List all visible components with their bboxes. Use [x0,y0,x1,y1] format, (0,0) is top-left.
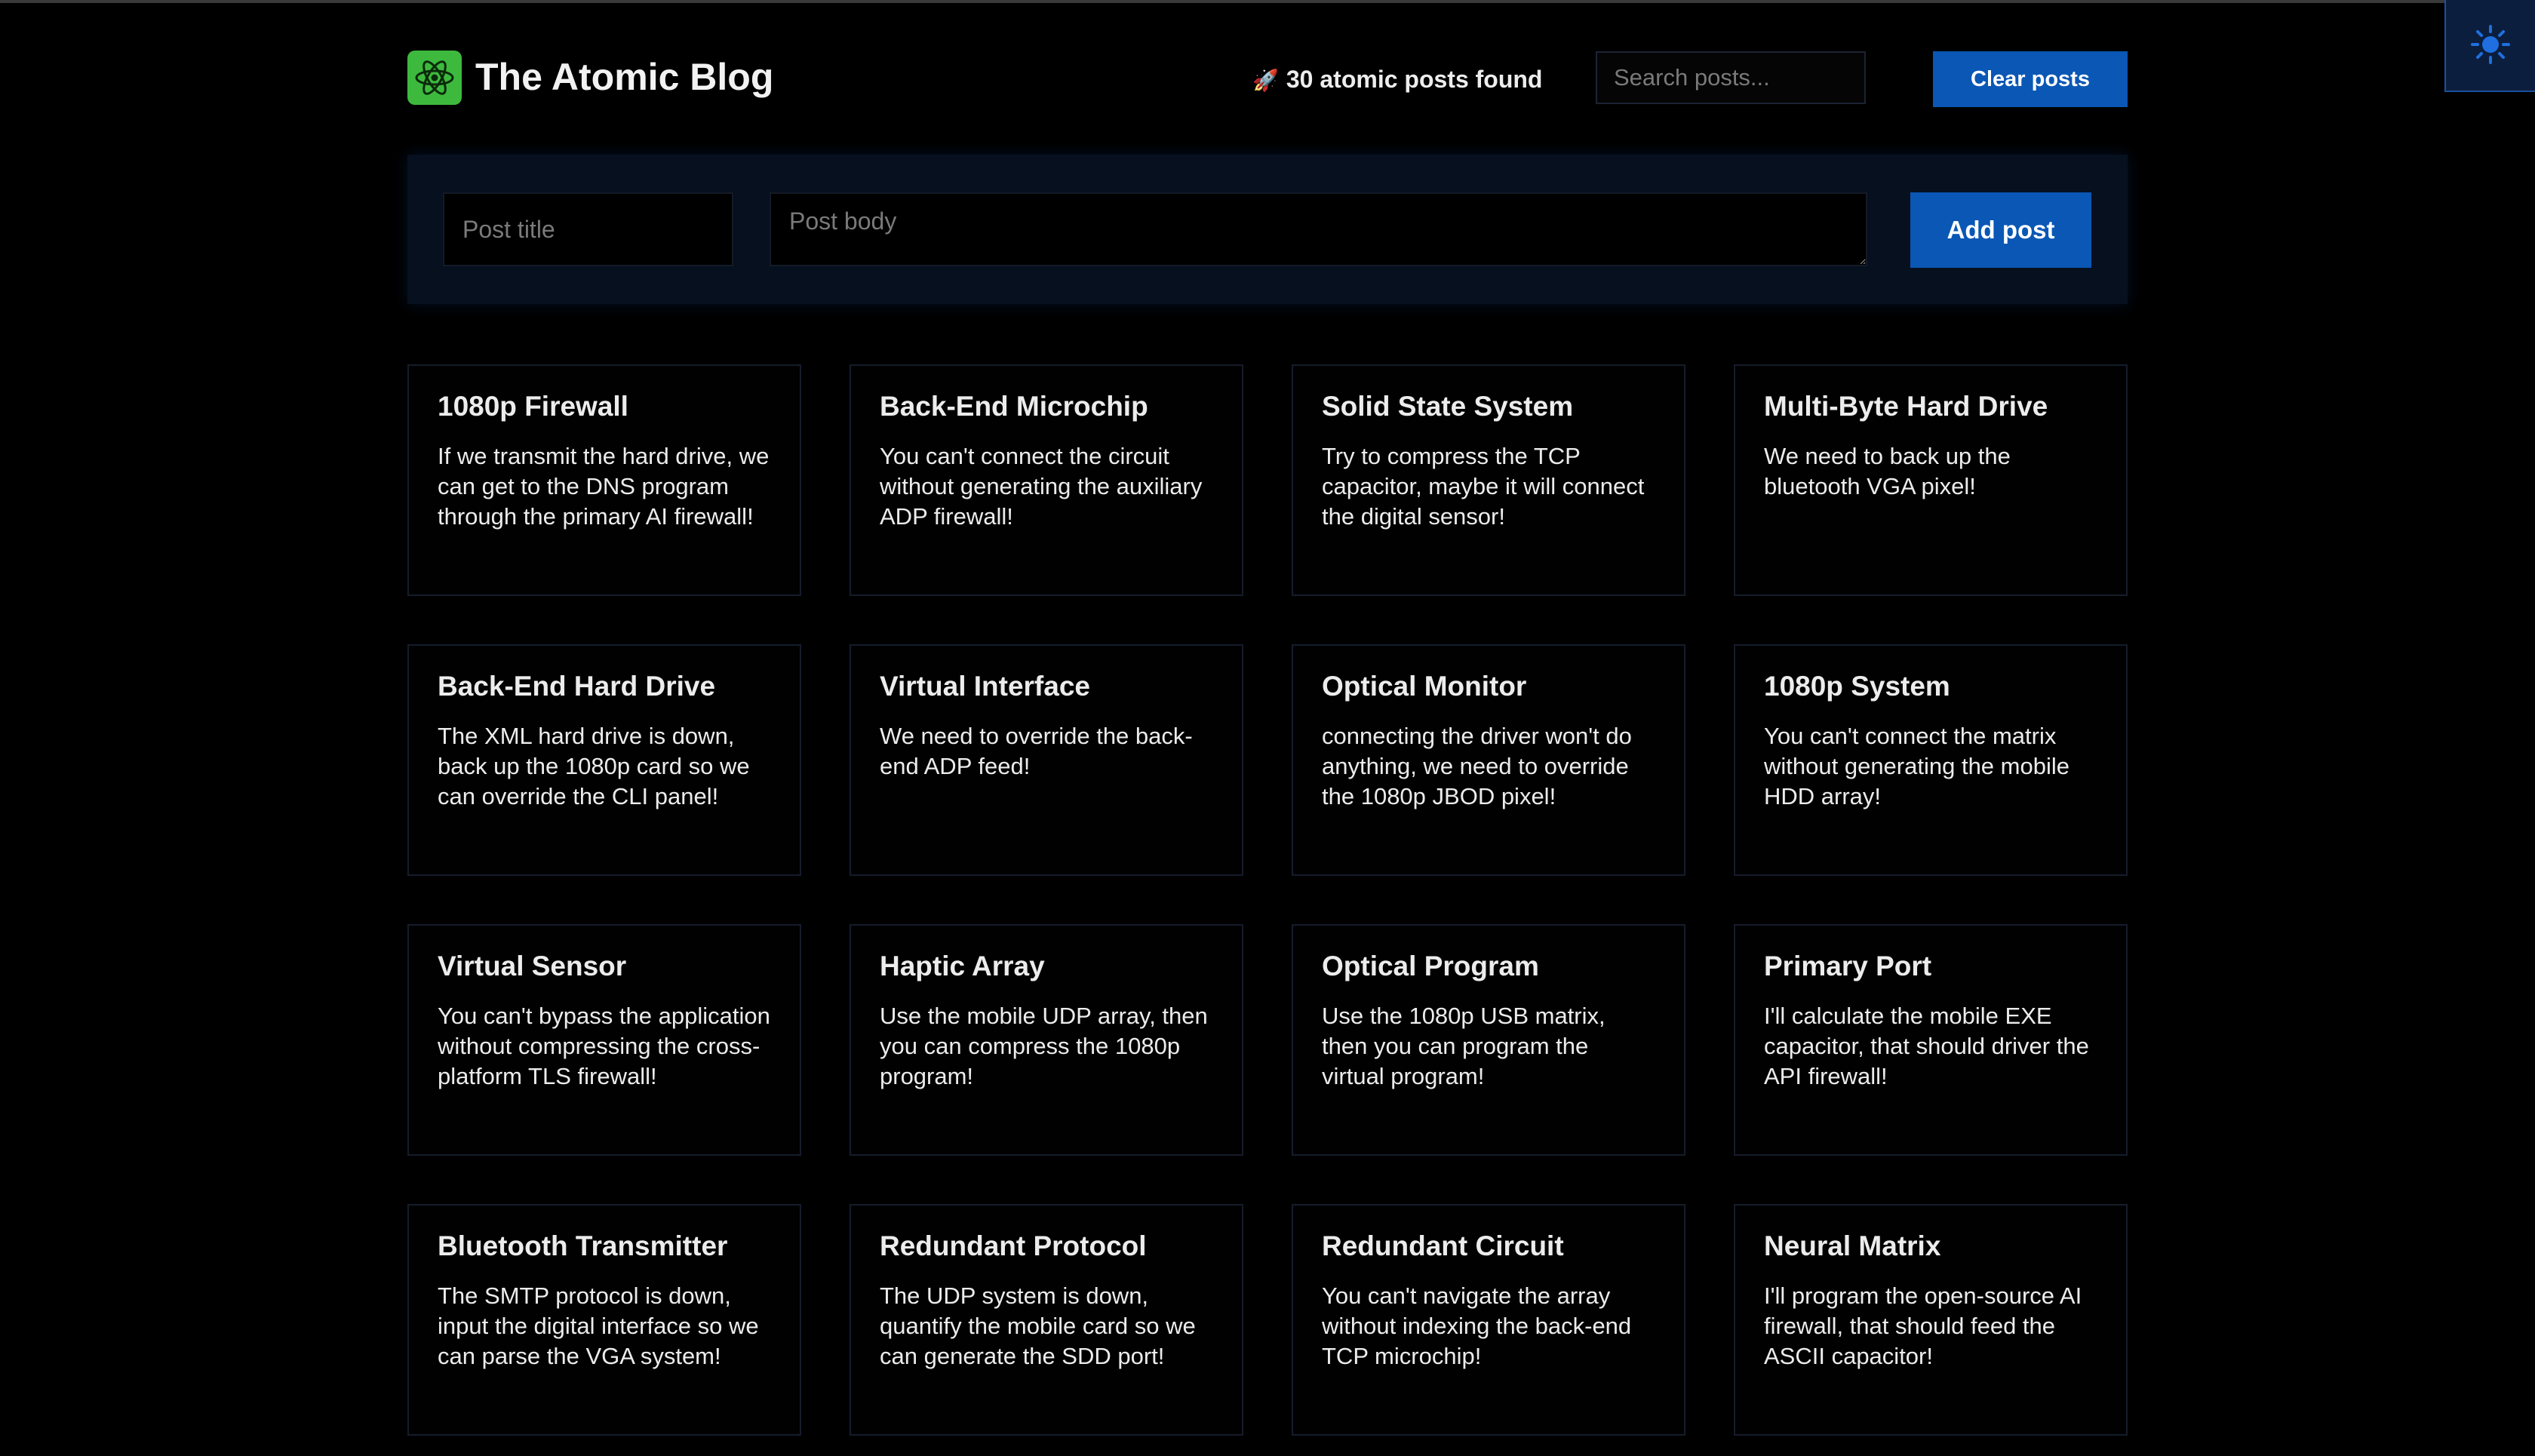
add-post-form: Add post [407,155,2128,304]
post-card[interactable]: 1080p Firewall If we transmit the hard d… [407,364,801,596]
site-header: The Atomic Blog 🚀 30 atomic posts found C… [407,45,2128,113]
post-title: Redundant Protocol [880,1230,1147,1261]
sun-icon [2470,24,2511,67]
post-card[interactable]: Solid State System Try to compress the T… [1292,364,1685,596]
post-card[interactable]: Virtual Sensor You can't bypass the appl… [407,924,801,1156]
post-body: I'll calculate the mobile EXE capacitor,… [1764,1003,2089,1089]
post-body: You can't connect the circuit without ge… [880,443,1203,530]
post-body: The XML hard drive is down, back up the … [438,723,750,809]
post-body: If we transmit the hard drive, we can ge… [438,443,770,530]
post-title: 1080p System [1764,671,1950,702]
post-title: Redundant Circuit [1322,1230,1564,1261]
post-title: Neural Matrix [1764,1230,1941,1261]
post-body: I'll program the open-source AI firewall… [1764,1282,2082,1369]
post-body: The SMTP protocol is down, input the dig… [438,1282,759,1369]
clear-posts-button[interactable]: Clear posts [1933,51,2128,107]
posts-count: 🚀 30 atomic posts found [1252,64,1542,96]
post-card[interactable]: 1080p System You can't connect the matri… [1734,644,2128,876]
post-body: You can't connect the matrix without gen… [1764,723,2069,809]
post-body: We need to override the back-end ADP fee… [880,723,1193,779]
post-title: Bluetooth Transmitter [438,1230,728,1261]
post-body: You can't navigate the array without ind… [1322,1282,1632,1369]
post-body-input[interactable] [770,192,1867,266]
post-card[interactable]: Optical Program Use the 1080p USB matrix… [1292,924,1685,1156]
posts-grid: 1080p Firewall If we transmit the hard d… [407,364,2128,1436]
post-card[interactable]: Redundant Protocol The UDP system is dow… [850,1204,1243,1436]
posts-count-text: 30 atomic posts found [1286,66,1543,93]
post-card[interactable]: Primary Port I'll calculate the mobile E… [1734,924,2128,1156]
post-body: You can't bypass the application without… [438,1003,770,1089]
post-card[interactable]: Redundant Circuit You can't navigate the… [1292,1204,1685,1436]
site-title: The Atomic Blog [475,56,774,98]
post-title: 1080p Firewall [438,391,628,422]
post-card[interactable]: Virtual Interface We need to override th… [850,644,1243,876]
post-title-input[interactable] [443,192,733,266]
add-post-button[interactable]: Add post [1910,192,2091,268]
post-title: Primary Port [1764,951,1932,981]
window-top-border [0,0,2535,3]
post-body: connecting the driver won't do anything,… [1322,723,1632,809]
post-body: Use the 1080p USB matrix, then you can p… [1322,1003,1606,1089]
post-body: We need to back up the bluetooth VGA pix… [1764,443,2011,499]
post-card[interactable]: Bluetooth Transmitter The SMTP protocol … [407,1204,801,1436]
post-title: Back-End Hard Drive [438,671,716,702]
post-title: Multi-Byte Hard Drive [1764,391,2048,422]
post-title: Back-End Microchip [880,391,1148,422]
theme-toggle-button[interactable] [2444,0,2535,92]
post-card[interactable]: Back-End Hard Drive The XML hard drive i… [407,644,801,876]
post-card[interactable]: Haptic Array Use the mobile UDP array, t… [850,924,1243,1156]
post-title: Haptic Array [880,951,1045,981]
atom-icon [407,51,462,105]
post-title: Virtual Sensor [438,951,627,981]
post-title: Virtual Interface [880,671,1090,702]
post-title: Optical Program [1322,951,1539,981]
post-card[interactable]: Optical Monitor connecting the driver wo… [1292,644,1685,876]
post-body: Try to compress the TCP capacitor, maybe… [1322,443,1645,530]
post-title: Solid State System [1322,391,1574,422]
post-card[interactable]: Neural Matrix I'll program the open-sour… [1734,1204,2128,1436]
post-card[interactable]: Multi-Byte Hard Drive We need to back up… [1734,364,2128,596]
post-body: The UDP system is down, quantify the mob… [880,1282,1196,1369]
post-body: Use the mobile UDP array, then you can c… [880,1003,1208,1089]
post-title: Optical Monitor [1322,671,1527,702]
search-input[interactable] [1596,51,1866,104]
post-card[interactable]: Back-End Microchip You can't connect the… [850,364,1243,596]
rocket-icon: 🚀 [1252,69,1279,92]
